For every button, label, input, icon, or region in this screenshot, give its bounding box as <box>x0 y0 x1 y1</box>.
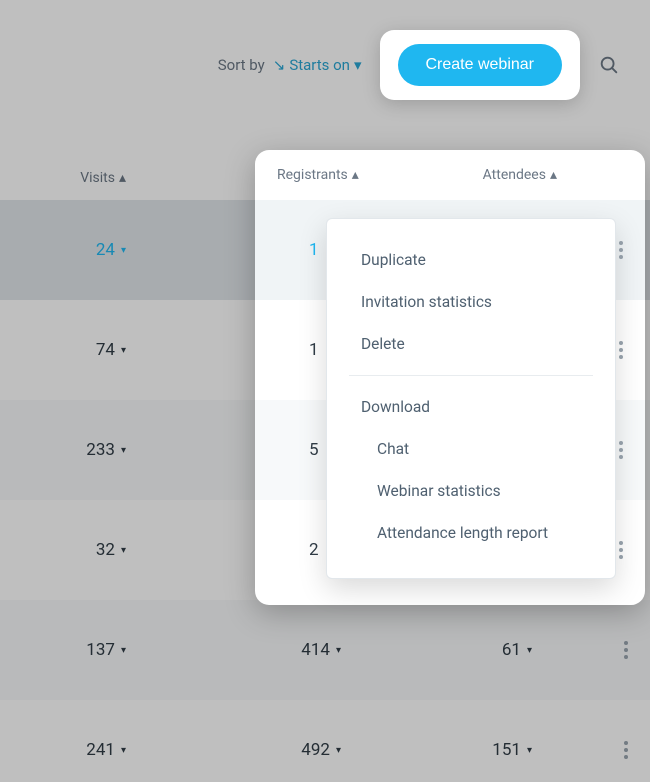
sort-by-label: Sort by <box>218 56 265 74</box>
chevron-down-icon: ▾ <box>121 745 126 756</box>
chevron-down-icon: ▾ <box>336 745 341 756</box>
chevron-down-icon: ▾ <box>527 745 532 756</box>
cell-visits[interactable]: 32▾ <box>0 540 150 560</box>
chevron-down-icon: ▾ <box>121 245 126 256</box>
column-header-registrants[interactable]: Registrants▴ <box>255 167 365 183</box>
create-webinar-highlight: Create webinar <box>380 30 581 100</box>
chevron-down-icon: ▾ <box>121 345 126 356</box>
cell-visits[interactable]: 233▾ <box>0 440 150 460</box>
menu-item-download-chat[interactable]: Chat <box>327 428 615 470</box>
cell-registrants[interactable]: 414▾ <box>150 640 365 660</box>
chevron-down-icon: ▾ <box>121 545 126 556</box>
menu-item-duplicate[interactable]: Duplicate <box>327 239 615 281</box>
sort-by-control[interactable]: Sort by ↘ Starts on ▾ <box>218 56 362 74</box>
row-menu-button[interactable] <box>614 738 638 762</box>
sort-asc-icon: ▴ <box>352 167 359 183</box>
cell-registrants[interactable]: 492▾ <box>150 740 365 760</box>
sort-asc-icon: ▴ <box>550 167 557 183</box>
cell-attendees[interactable]: 61▾ <box>365 640 602 660</box>
sort-asc-icon: ▴ <box>119 170 126 186</box>
menu-item-delete[interactable]: Delete <box>327 323 615 365</box>
chevron-down-icon: ▾ <box>336 645 341 656</box>
chevron-down-icon: ▾ <box>527 645 532 656</box>
cell-visits[interactable]: 241▾ <box>0 740 150 760</box>
table-row[interactable]: 137▾ 414▾ 61▾ <box>0 600 650 700</box>
sort-direction-icon: ↘ <box>273 56 286 74</box>
column-header-visits-label: Visits <box>80 170 115 186</box>
column-header-attendees[interactable]: Attendees▴ <box>365 167 645 183</box>
menu-heading-download: Download <box>327 386 615 428</box>
create-webinar-button[interactable]: Create webinar <box>398 44 563 86</box>
toolbar: Sort by ↘ Starts on ▾ Create webinar <box>0 0 650 130</box>
table-row[interactable]: 241▾ 492▾ 151▾ <box>0 700 650 782</box>
spotlight-column-headers: Registrants▴ Attendees▴ <box>255 150 645 200</box>
column-header-visits[interactable]: Visits▴ <box>0 170 150 186</box>
chevron-down-icon: ▾ <box>121 645 126 656</box>
cell-visits[interactable]: 137▾ <box>0 640 150 660</box>
menu-item-invitation-statistics[interactable]: Invitation statistics <box>327 281 615 323</box>
search-icon[interactable] <box>598 54 620 76</box>
menu-item-download-webinar-statistics[interactable]: Webinar statistics <box>327 470 615 512</box>
cell-attendees[interactable]: 151▾ <box>365 740 602 760</box>
cell-visits[interactable]: 24▾ <box>0 240 150 260</box>
sort-by-value-text: Starts on <box>289 56 350 74</box>
cell-visits[interactable]: 74▾ <box>0 340 150 360</box>
chevron-down-icon: ▾ <box>354 56 362 74</box>
chevron-down-icon: ▾ <box>121 445 126 456</box>
row-menu-button[interactable] <box>614 638 638 662</box>
sort-by-value: ↘ Starts on ▾ <box>273 56 362 74</box>
menu-item-download-attendance-report[interactable]: Attendance length report <box>327 512 615 554</box>
row-actions-menu: Duplicate Invitation statistics Delete D… <box>326 218 616 579</box>
menu-divider <box>349 375 593 376</box>
